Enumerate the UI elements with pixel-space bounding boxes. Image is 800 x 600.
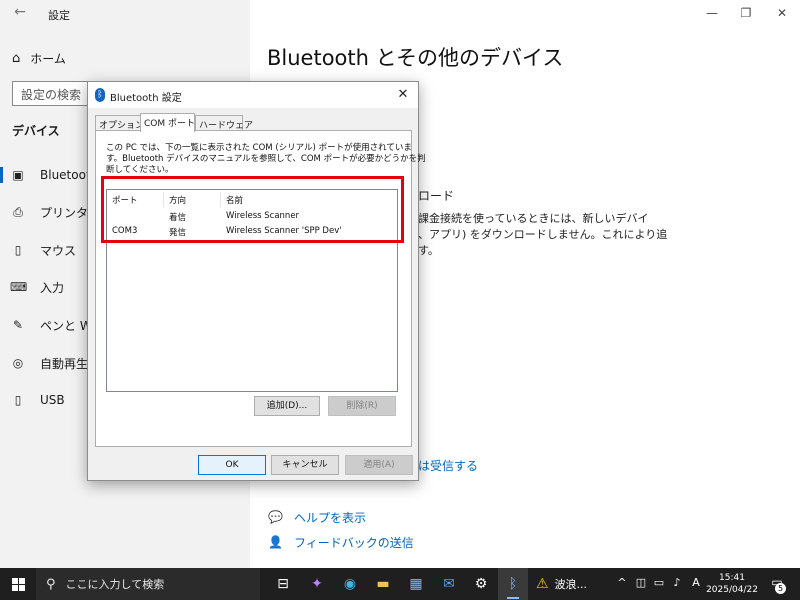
nav-home-label: ホーム	[30, 51, 66, 66]
tab-hardware[interactable]: ハードウェア	[195, 115, 253, 131]
autoplay-icon: ◎	[12, 356, 24, 370]
edge-icon[interactable]: ◉	[335, 568, 365, 600]
weather-warning-icon: ⚠	[536, 576, 549, 592]
bluetooth-devices-icon: ▣	[12, 168, 24, 182]
mail-icon[interactable]: ✉	[434, 568, 464, 600]
section-title: デバイス	[12, 124, 60, 138]
keyboard-icon: ⌨	[10, 280, 28, 294]
copilot-icon[interactable]: ✦	[302, 568, 332, 600]
volume-icon[interactable]: ♪	[670, 576, 684, 592]
app-title: 設定	[48, 9, 70, 22]
receive-files-link[interactable]: は受信する	[418, 457, 478, 474]
feedback-link[interactable]: 👤 フィードバックの送信	[268, 532, 414, 552]
dialog-title: Bluetooth 設定	[110, 93, 182, 104]
chevron-up-icon[interactable]: ^	[615, 576, 629, 592]
tab-com-ports[interactable]: COM ポート	[140, 113, 195, 132]
dialog-close-icon[interactable]: ✕	[392, 85, 414, 105]
cancel-button[interactable]: キャンセル	[271, 455, 339, 475]
ok-button[interactable]: OK	[198, 455, 266, 475]
mouse-icon: ▯	[14, 243, 22, 257]
taskbar-search-placeholder: ここに入力して検索	[65, 578, 165, 591]
nav-item-label: マウス	[40, 243, 77, 258]
settings-gear-icon[interactable]: ⚙	[466, 568, 496, 600]
pen-icon: ✎	[12, 318, 24, 332]
meet-now-icon[interactable]: ◫	[634, 576, 648, 592]
task-view-icon[interactable]: ⊟	[268, 568, 298, 600]
bluetooth-taskbar-icon[interactable]: ᛒ	[498, 568, 528, 600]
taskbar: ⚲ ここに入力して検索 ⊟ ✦ ◉ ▬ ▦ ✉ ⚙ ᛒ ⚠ 波浪... ^ ◫ …	[0, 568, 800, 600]
store-icon[interactable]: ▦	[401, 568, 431, 600]
help-link[interactable]: 💬 ヘルプを表示	[268, 507, 366, 527]
weather-widget[interactable]: ⚠ 波浪...	[536, 568, 606, 600]
weather-text: 波浪...	[554, 578, 588, 591]
restore-icon[interactable]: ❐	[734, 4, 758, 22]
metered-text-line2: 、アプリ) をダウンロードしません。これにより追	[418, 228, 668, 241]
com-ports-description: この PC では、下の一覧に表示された COM (シリアル) ポートが使用されて…	[106, 143, 426, 176]
nav-home[interactable]: ⌂ ホーム	[12, 48, 66, 68]
nav-item-label: 自動再生	[40, 356, 89, 371]
back-arrow-icon[interactable]: ←	[10, 4, 30, 22]
page-title: Bluetooth とその他のデバイス	[267, 46, 564, 70]
description-line: 断してください。	[106, 165, 174, 175]
remove-port-button[interactable]: 削除(R)	[328, 396, 396, 416]
nav-item-label: 入力	[40, 280, 65, 295]
highlight-box	[101, 176, 404, 243]
feedback-link-label: フィードバックの送信	[294, 535, 414, 550]
clock-time: 15:41	[719, 573, 745, 583]
printer-icon: ⎙	[13, 204, 23, 219]
windows-logo-icon	[12, 578, 25, 591]
notification-badge: 5	[775, 583, 786, 594]
ime-indicator[interactable]: A	[689, 576, 703, 592]
close-icon[interactable]: ✕	[770, 4, 794, 22]
metered-text-line3: す。	[418, 244, 439, 257]
apply-button[interactable]: 適用(A)	[345, 455, 413, 475]
start-button[interactable]	[0, 568, 36, 600]
feedback-icon: 👤	[268, 535, 283, 549]
clock-date: 2025/04/22	[706, 585, 758, 595]
help-chat-icon: 💬	[268, 510, 283, 524]
nav-item-label: USB	[40, 393, 65, 407]
taskbar-search[interactable]: ⚲ ここに入力して検索	[36, 568, 260, 600]
tab-options[interactable]: オプション	[95, 115, 144, 131]
download-heading: ロード	[418, 189, 455, 203]
clock[interactable]: 15:41 2025/04/22	[706, 572, 758, 596]
settings-titlebar: ← 設定 — ❐ ✕	[0, 0, 800, 28]
description-line: この PC では、下の一覧に表示された COM (シリアル) ポートが使用されて…	[106, 143, 412, 153]
bluetooth-settings-dialog: ᛒ Bluetooth 設定 ✕ オプション COM ポート ハードウェア この…	[87, 81, 426, 481]
minimize-icon[interactable]: —	[700, 4, 724, 22]
home-icon: ⌂	[12, 50, 21, 66]
file-explorer-icon[interactable]: ▬	[368, 568, 398, 600]
dialog-titlebar: ᛒ Bluetooth 設定 ✕	[88, 82, 418, 108]
network-icon[interactable]: ▭	[652, 576, 666, 592]
search-icon: ⚲	[46, 576, 56, 592]
add-port-button[interactable]: 追加(D)...	[254, 396, 320, 416]
help-link-label: ヘルプを表示	[294, 510, 367, 525]
metered-text-line1: 課金接続を使っているときには、新しいデバイ	[418, 212, 649, 225]
description-line: す。Bluetooth デバイスのマニュアルを参照して、COM ポートが必要かど…	[106, 154, 426, 164]
bluetooth-icon: ᛒ	[95, 88, 105, 102]
usb-icon: ▯	[14, 393, 22, 407]
